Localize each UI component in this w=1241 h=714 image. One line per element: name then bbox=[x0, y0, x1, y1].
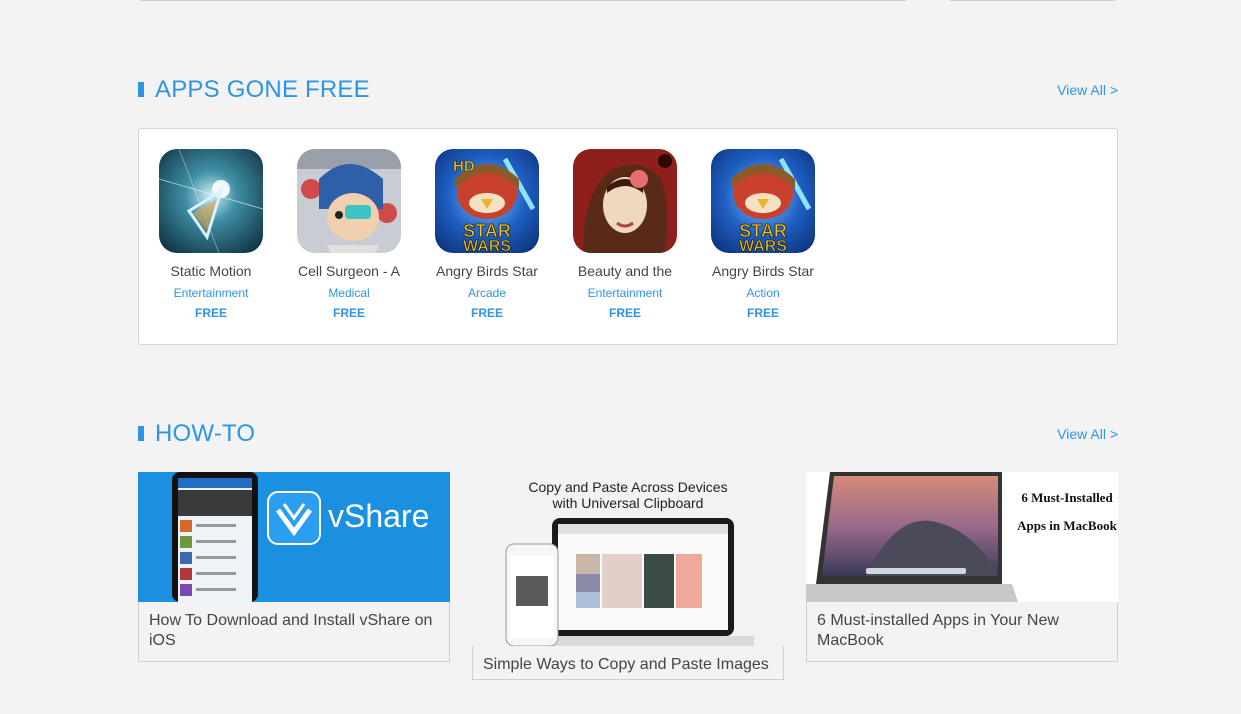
app-name: Cell Surgeon - A bbox=[298, 263, 400, 279]
apps-view-all-link[interactable]: View All > bbox=[1057, 82, 1118, 98]
app-price: FREE bbox=[608, 306, 641, 320]
article-title[interactable]: 6 Must-installed Apps in Your New MacBoo… bbox=[806, 602, 1118, 662]
section-marker bbox=[138, 426, 144, 441]
article-thumbnail[interactable]: vShare bbox=[138, 472, 450, 602]
app-item[interactable]: STAR WARS Angry Birds Star Action FREE bbox=[703, 149, 823, 320]
app-item[interactable]: Beauty and the Entertainment FREE bbox=[565, 149, 685, 320]
app-item[interactable]: STAR WARS HD Angry Birds Star Arcade FRE… bbox=[427, 149, 547, 320]
app-category[interactable]: Arcade bbox=[427, 286, 547, 300]
howto-article-card[interactable]: Copy and Paste Across Devices with Unive… bbox=[472, 472, 784, 680]
section-marker bbox=[138, 82, 144, 97]
app-price: FREE bbox=[746, 306, 779, 320]
howto-article-card[interactable]: 6 Must-Installed Apps in MacBook 6 Must-… bbox=[806, 472, 1118, 662]
article-title[interactable]: Simple Ways to Copy and Paste Images bbox=[472, 646, 784, 680]
cell-surgeon-icon[interactable] bbox=[297, 149, 401, 253]
angry-birds-star-wars-icon[interactable]: STAR WARS bbox=[711, 149, 815, 253]
app-price: FREE bbox=[470, 306, 503, 320]
thumbnail-heading: 6 Must-Installed Apps in MacBook bbox=[1017, 490, 1117, 533]
howto-article-card[interactable]: vShare How To Download and Install vShar… bbox=[138, 472, 450, 662]
app-item[interactable]: Cell Surgeon - A Medical FREE bbox=[289, 149, 409, 320]
article-thumbnail[interactable]: Copy and Paste Across Devices with Unive… bbox=[472, 472, 784, 646]
article-title[interactable]: How To Download and Install vShare on iO… bbox=[138, 602, 450, 662]
app-price: FREE bbox=[194, 306, 227, 320]
app-category[interactable]: Entertainment bbox=[565, 286, 685, 300]
svg-text:WARS: WARS bbox=[463, 238, 511, 253]
apps-panel: Static Motion Entertainment FREE Cell Su… bbox=[138, 128, 1118, 345]
app-name: Beauty and the bbox=[577, 263, 673, 279]
vshare-logo-text: vShare bbox=[328, 498, 430, 534]
app-category[interactable]: Entertainment bbox=[151, 286, 271, 300]
svg-text:HD: HD bbox=[453, 158, 475, 175]
howto-view-all-link[interactable]: View All > bbox=[1057, 426, 1118, 442]
article-thumbnail[interactable]: 6 Must-Installed Apps in MacBook bbox=[806, 472, 1118, 602]
howto-section-header: HOW-TO View All > bbox=[138, 420, 1118, 450]
apps-section-header: APPS GONE FREE View All > bbox=[138, 76, 1118, 106]
app-name: Angry Birds Star bbox=[712, 263, 814, 279]
app-category[interactable]: Action bbox=[703, 286, 823, 300]
app-category[interactable]: Medical bbox=[289, 286, 409, 300]
static-motion-icon[interactable] bbox=[159, 149, 263, 253]
howto-section-title: HOW-TO bbox=[155, 420, 256, 447]
top-divider-right bbox=[950, 0, 1115, 1]
svg-text:WARS: WARS bbox=[739, 238, 787, 253]
apps-section-title: APPS GONE FREE bbox=[155, 76, 370, 103]
app-item[interactable]: Static Motion Entertainment FREE bbox=[151, 149, 271, 320]
angry-birds-star-wars-hd-icon[interactable]: STAR WARS HD bbox=[435, 149, 539, 253]
app-name: Static Motion bbox=[170, 263, 252, 279]
top-divider-left bbox=[140, 0, 906, 1]
app-name: Angry Birds Star bbox=[436, 263, 538, 279]
app-price: FREE bbox=[332, 306, 365, 320]
beauty-portrait-icon[interactable] bbox=[573, 149, 677, 253]
